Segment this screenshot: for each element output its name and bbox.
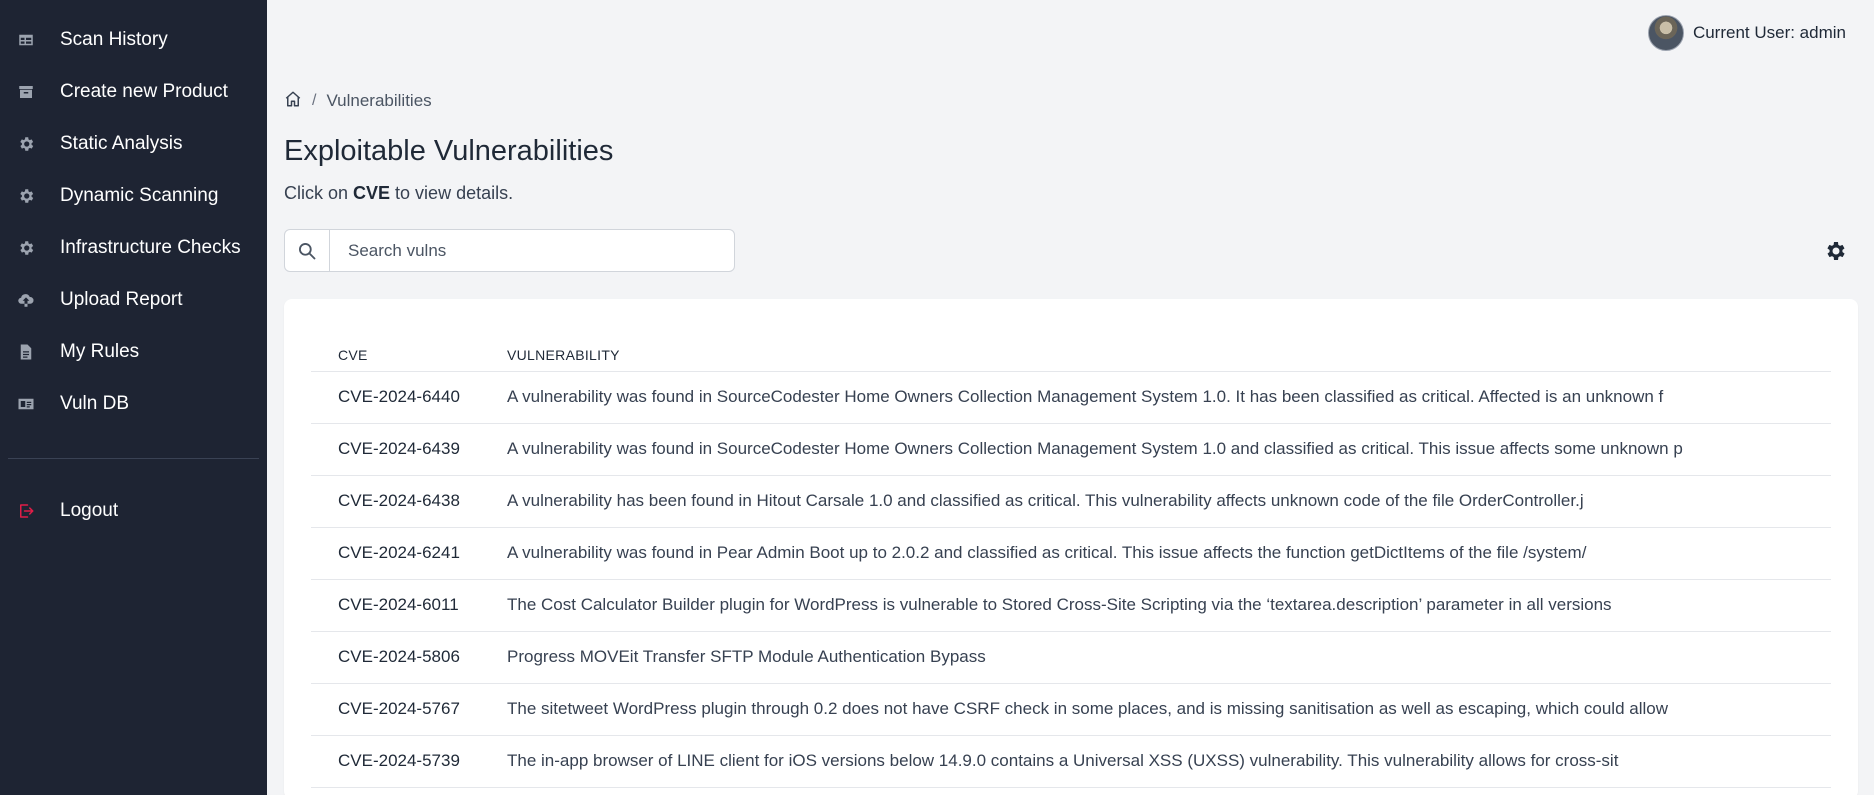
sidebar-item-dynamic-scanning[interactable]: Dynamic Scanning [0,170,267,222]
id-card-icon [16,394,36,414]
vulnerability-description: A vulnerability was found in Pear Admin … [507,527,1831,580]
cve-link[interactable]: CVE-2024-6439 [311,423,507,476]
table-row[interactable]: CVE-2024-6438 A vulnerability has been f… [311,475,1831,528]
sidebar-item-upload-report[interactable]: Upload Report [0,274,267,326]
sidebar-item-vuln-db[interactable]: Vuln DB [0,378,267,430]
cve-link[interactable]: CVE-2024-6241 [311,527,507,580]
column-header-vulnerability[interactable]: VULNERABILITY [507,321,1831,372]
column-header-cve[interactable]: CVE [311,321,507,372]
vulnerability-description: A vulnerability has been found in Hitout… [507,475,1831,528]
logout-button[interactable]: Logout [0,485,267,537]
search-icon [285,230,330,271]
table-row[interactable]: CVE-2024-5739 The in-app browser of LINE… [311,735,1831,788]
sidebar-item-create-new-product[interactable]: Create new Product [0,66,267,118]
subtitle-bold: CVE [353,183,391,203]
avatar[interactable] [1647,15,1684,51]
sidebar-divider [8,458,259,459]
table-row[interactable]: CVE-2024-6440 A vulnerability was found … [311,371,1831,424]
gear-icon [16,134,36,154]
vulnerabilities-table-card: CVE VULNERABILITY CVE-2024-6440 A vulner… [284,299,1858,795]
cve-link[interactable]: CVE-2024-5806 [311,631,507,684]
table-row[interactable]: CVE-2024-6241 A vulnerability was found … [311,527,1831,580]
cve-link[interactable]: CVE-2024-6438 [311,475,507,528]
logout-icon [16,501,36,521]
gear-icon [1827,241,1845,260]
cve-link[interactable]: CVE-2024-5739 [311,735,507,788]
home-icon[interactable] [284,90,302,113]
vulnerability-description: The in-app browser of LINE client for iO… [507,735,1831,788]
table-row[interactable]: CVE-2024-6011 The Cost Calculator Builde… [311,579,1831,632]
sidebar-item-label: Scan History [60,29,168,50]
document-icon [16,342,36,362]
vulnerability-description: A vulnerability was found in SourceCodes… [507,371,1831,424]
sidebar-item-label: Vuln DB [60,393,129,414]
sidebar-item-my-rules[interactable]: My Rules [0,326,267,378]
sidebar-item-label: Infrastructure Checks [60,237,241,258]
cve-link[interactable]: CVE-2024-6440 [311,371,507,424]
table-row[interactable]: CVE-2024-6439 A vulnerability was found … [311,423,1831,476]
subtitle-suffix: to view details. [390,183,514,203]
breadcrumb: / Vulnerabilities [284,89,1858,113]
page-subtitle: Click on CVE to view details. [284,183,1858,204]
sidebar-item-scan-history[interactable]: Scan History [0,14,267,66]
breadcrumb-separator: / [312,92,317,109]
sidebar-item-static-analysis[interactable]: Static Analysis [0,118,267,170]
cve-link[interactable]: CVE-2024-5767 [311,683,507,736]
user-menu[interactable]: Current User: admin [1647,15,1846,51]
vulnerability-description: Progress MOVEit Transfer SFTP Module Aut… [507,631,1831,684]
cve-link[interactable]: CVE-2024-6011 [311,579,507,632]
sidebar: Scan History Create new Product Static A… [0,0,267,795]
cloud-upload-icon [16,290,36,310]
sidebar-item-label: My Rules [60,341,140,362]
table-row[interactable]: CVE-2024-5767 The sitetweet WordPress pl… [311,683,1831,736]
table-icon [16,30,36,50]
vulnerability-description: The sitetweet WordPress plugin through 0… [507,683,1831,736]
sidebar-item-label: Dynamic Scanning [60,185,219,206]
gear-icon [16,238,36,258]
sidebar-item-label: Static Analysis [60,133,183,154]
table-row[interactable]: CVE-2024-5806 Progress MOVEit Transfer S… [311,631,1831,684]
table-header-row: CVE VULNERABILITY [311,321,1831,372]
sidebar-item-infrastructure-checks[interactable]: Infrastructure Checks [0,222,267,274]
sidebar-item-label: Create new Product [60,81,228,102]
vulnerability-description: A vulnerability was found in SourceCodes… [507,423,1831,476]
gear-icon [16,186,36,206]
search-input[interactable] [330,240,734,261]
archive-icon [16,82,36,102]
vulnerability-description: The Cost Calculator Builder plugin for W… [507,579,1831,632]
page-title: Exploitable Vulnerabilities [284,135,614,167]
toolbar [284,229,1858,272]
current-user-label: Current User: admin [1692,23,1846,42]
logout-label: Logout [60,500,119,521]
main-content: Current User: admin / Vulnerabilities Ex… [267,0,1874,795]
breadcrumb-current: Vulnerabilities [326,91,432,110]
search-box [284,229,735,272]
subtitle-prefix: Click on [284,183,354,203]
app-root: Scan History Create new Product Static A… [0,0,1874,795]
vulnerabilities-table: CVE VULNERABILITY CVE-2024-6440 A vulner… [311,321,1831,788]
top-bar: Current User: admin [284,0,1858,66]
sidebar-item-label: Upload Report [60,289,183,310]
table-settings-button[interactable] [1820,236,1850,266]
